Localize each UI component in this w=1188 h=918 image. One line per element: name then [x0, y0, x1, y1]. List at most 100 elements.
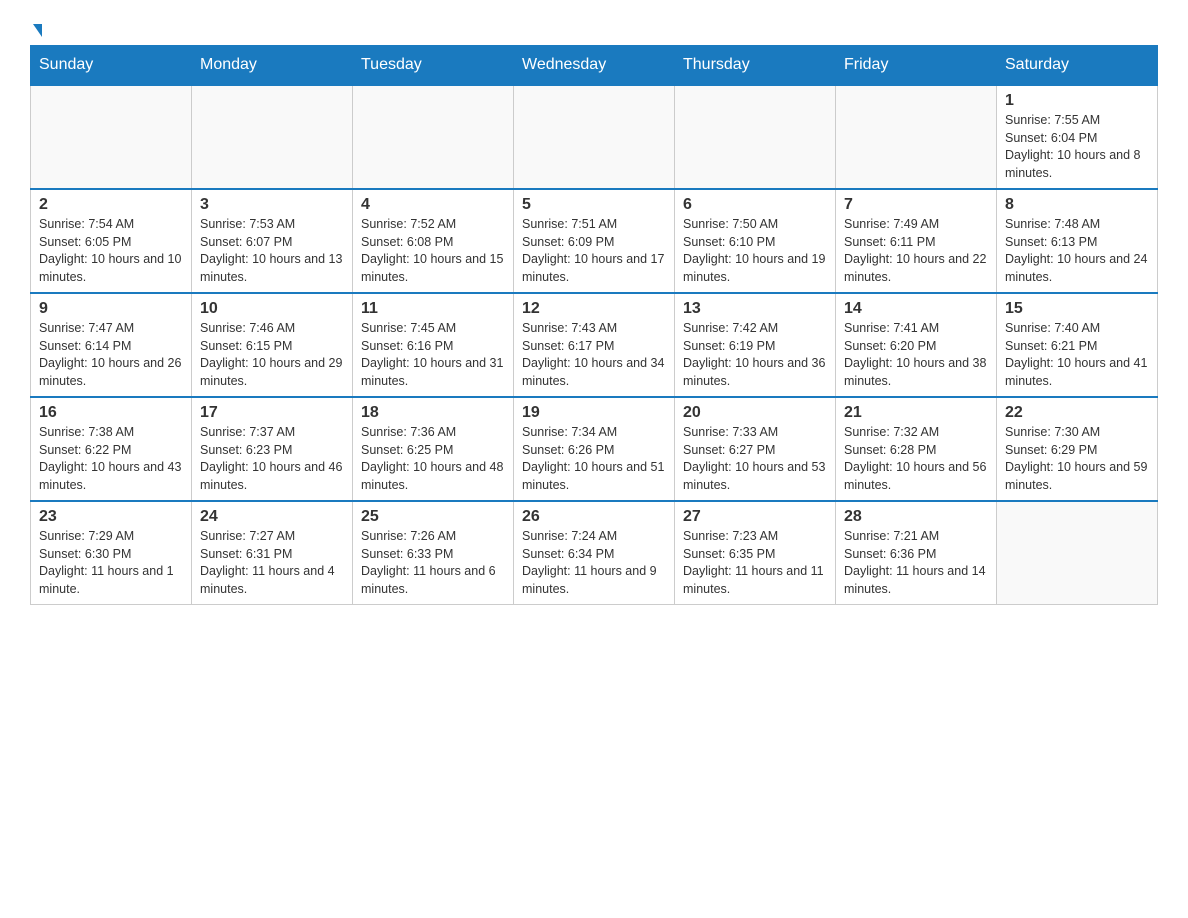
day-number: 15 [1005, 300, 1149, 318]
sunset-label: Sunset: 6:22 PM [39, 443, 131, 457]
day-info: Sunrise: 7:26 AM Sunset: 6:33 PM Dayligh… [361, 528, 505, 598]
day-number: 27 [683, 508, 827, 526]
sunset-label: Sunset: 6:19 PM [683, 339, 775, 353]
sunrise-label: Sunrise: 7:40 AM [1005, 321, 1100, 335]
sunset-label: Sunset: 6:04 PM [1005, 131, 1097, 145]
sunrise-label: Sunrise: 7:50 AM [683, 217, 778, 231]
calendar-day-cell: 2 Sunrise: 7:54 AM Sunset: 6:05 PM Dayli… [31, 189, 192, 293]
day-info: Sunrise: 7:27 AM Sunset: 6:31 PM Dayligh… [200, 528, 344, 598]
sunset-label: Sunset: 6:05 PM [39, 235, 131, 249]
sunrise-label: Sunrise: 7:29 AM [39, 529, 134, 543]
sunrise-label: Sunrise: 7:52 AM [361, 217, 456, 231]
day-number: 4 [361, 196, 505, 214]
day-of-week-header: Sunday [31, 46, 192, 86]
day-info: Sunrise: 7:41 AM Sunset: 6:20 PM Dayligh… [844, 320, 988, 390]
day-info: Sunrise: 7:47 AM Sunset: 6:14 PM Dayligh… [39, 320, 183, 390]
daylight-label: Daylight: 10 hours and 19 minutes. [683, 252, 825, 284]
sunrise-label: Sunrise: 7:47 AM [39, 321, 134, 335]
sunrise-label: Sunrise: 7:38 AM [39, 425, 134, 439]
sunset-label: Sunset: 6:10 PM [683, 235, 775, 249]
day-of-week-header: Tuesday [353, 46, 514, 86]
daylight-label: Daylight: 10 hours and 53 minutes. [683, 460, 825, 492]
calendar-week-row: 16 Sunrise: 7:38 AM Sunset: 6:22 PM Dayl… [31, 397, 1158, 501]
calendar-day-cell: 9 Sunrise: 7:47 AM Sunset: 6:14 PM Dayli… [31, 293, 192, 397]
day-number: 9 [39, 300, 183, 318]
calendar-day-cell [31, 85, 192, 189]
calendar-header: SundayMondayTuesdayWednesdayThursdayFrid… [31, 46, 1158, 86]
daylight-label: Daylight: 10 hours and 17 minutes. [522, 252, 664, 284]
day-number: 12 [522, 300, 666, 318]
calendar-day-cell: 17 Sunrise: 7:37 AM Sunset: 6:23 PM Dayl… [192, 397, 353, 501]
day-info: Sunrise: 7:32 AM Sunset: 6:28 PM Dayligh… [844, 424, 988, 494]
calendar-day-cell [353, 85, 514, 189]
calendar-day-cell [997, 501, 1158, 605]
sunset-label: Sunset: 6:17 PM [522, 339, 614, 353]
day-number: 20 [683, 404, 827, 422]
sunset-label: Sunset: 6:23 PM [200, 443, 292, 457]
sunset-label: Sunset: 6:07 PM [200, 235, 292, 249]
day-number: 11 [361, 300, 505, 318]
sunrise-label: Sunrise: 7:45 AM [361, 321, 456, 335]
day-of-week-header: Thursday [675, 46, 836, 86]
day-number: 18 [361, 404, 505, 422]
day-number: 28 [844, 508, 988, 526]
daylight-label: Daylight: 10 hours and 36 minutes. [683, 356, 825, 388]
day-of-week-header: Wednesday [514, 46, 675, 86]
day-number: 24 [200, 508, 344, 526]
calendar-day-cell: 16 Sunrise: 7:38 AM Sunset: 6:22 PM Dayl… [31, 397, 192, 501]
daylight-label: Daylight: 10 hours and 38 minutes. [844, 356, 986, 388]
calendar-day-cell: 7 Sunrise: 7:49 AM Sunset: 6:11 PM Dayli… [836, 189, 997, 293]
daylight-label: Daylight: 11 hours and 9 minutes. [522, 564, 657, 596]
sunrise-label: Sunrise: 7:46 AM [200, 321, 295, 335]
calendar-day-cell: 23 Sunrise: 7:29 AM Sunset: 6:30 PM Dayl… [31, 501, 192, 605]
daylight-label: Daylight: 11 hours and 1 minute. [39, 564, 174, 596]
day-number: 1 [1005, 92, 1149, 110]
sunset-label: Sunset: 6:21 PM [1005, 339, 1097, 353]
calendar-day-cell [514, 85, 675, 189]
sunset-label: Sunset: 6:15 PM [200, 339, 292, 353]
daylight-label: Daylight: 10 hours and 48 minutes. [361, 460, 503, 492]
calendar-day-cell: 26 Sunrise: 7:24 AM Sunset: 6:34 PM Dayl… [514, 501, 675, 605]
calendar-week-row: 2 Sunrise: 7:54 AM Sunset: 6:05 PM Dayli… [31, 189, 1158, 293]
day-of-week-header: Friday [836, 46, 997, 86]
day-number: 14 [844, 300, 988, 318]
calendar-day-cell [192, 85, 353, 189]
day-info: Sunrise: 7:51 AM Sunset: 6:09 PM Dayligh… [522, 216, 666, 286]
days-of-week-row: SundayMondayTuesdayWednesdayThursdayFrid… [31, 46, 1158, 86]
sunrise-label: Sunrise: 7:30 AM [1005, 425, 1100, 439]
day-of-week-header: Monday [192, 46, 353, 86]
day-info: Sunrise: 7:29 AM Sunset: 6:30 PM Dayligh… [39, 528, 183, 598]
daylight-label: Daylight: 10 hours and 10 minutes. [39, 252, 181, 284]
sunrise-label: Sunrise: 7:36 AM [361, 425, 456, 439]
day-number: 22 [1005, 404, 1149, 422]
calendar-day-cell: 27 Sunrise: 7:23 AM Sunset: 6:35 PM Dayl… [675, 501, 836, 605]
sunrise-label: Sunrise: 7:42 AM [683, 321, 778, 335]
sunset-label: Sunset: 6:34 PM [522, 547, 614, 561]
sunset-label: Sunset: 6:29 PM [1005, 443, 1097, 457]
day-number: 2 [39, 196, 183, 214]
day-number: 13 [683, 300, 827, 318]
day-info: Sunrise: 7:21 AM Sunset: 6:36 PM Dayligh… [844, 528, 988, 598]
logo-triangle-icon [33, 24, 42, 37]
daylight-label: Daylight: 10 hours and 34 minutes. [522, 356, 664, 388]
daylight-label: Daylight: 10 hours and 31 minutes. [361, 356, 503, 388]
day-number: 7 [844, 196, 988, 214]
daylight-label: Daylight: 10 hours and 43 minutes. [39, 460, 181, 492]
calendar-day-cell: 20 Sunrise: 7:33 AM Sunset: 6:27 PM Dayl… [675, 397, 836, 501]
sunrise-label: Sunrise: 7:49 AM [844, 217, 939, 231]
calendar-day-cell: 11 Sunrise: 7:45 AM Sunset: 6:16 PM Dayl… [353, 293, 514, 397]
daylight-label: Daylight: 10 hours and 51 minutes. [522, 460, 664, 492]
sunset-label: Sunset: 6:31 PM [200, 547, 292, 561]
day-info: Sunrise: 7:46 AM Sunset: 6:15 PM Dayligh… [200, 320, 344, 390]
sunrise-label: Sunrise: 7:37 AM [200, 425, 295, 439]
calendar-day-cell: 12 Sunrise: 7:43 AM Sunset: 6:17 PM Dayl… [514, 293, 675, 397]
day-info: Sunrise: 7:37 AM Sunset: 6:23 PM Dayligh… [200, 424, 344, 494]
day-info: Sunrise: 7:34 AM Sunset: 6:26 PM Dayligh… [522, 424, 666, 494]
day-info: Sunrise: 7:43 AM Sunset: 6:17 PM Dayligh… [522, 320, 666, 390]
sunrise-label: Sunrise: 7:41 AM [844, 321, 939, 335]
calendar-day-cell [675, 85, 836, 189]
logo [30, 20, 42, 35]
daylight-label: Daylight: 10 hours and 22 minutes. [844, 252, 986, 284]
daylight-label: Daylight: 10 hours and 24 minutes. [1005, 252, 1147, 284]
day-of-week-header: Saturday [997, 46, 1158, 86]
